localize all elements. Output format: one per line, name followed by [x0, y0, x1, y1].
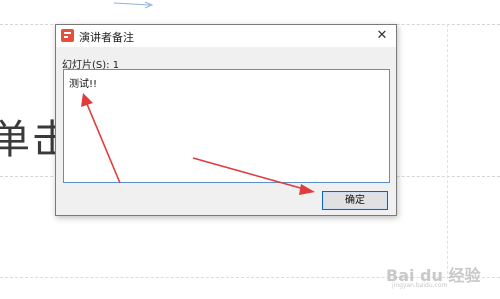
decorative-arrow-icon — [113, 1, 154, 9]
notes-text: 测试!! — [69, 79, 98, 90]
dialog-titlebar[interactable]: 演讲者备注 ✕ — [56, 25, 396, 47]
close-icon[interactable]: ✕ — [374, 27, 390, 44]
ok-button[interactable]: 确定 — [322, 191, 388, 210]
watermark-url: jingyan.baidu.com — [392, 282, 448, 289]
dialog-title: 演讲者备注 — [79, 31, 134, 44]
slide-guide-right — [447, 24, 448, 279]
speaker-notes-dialog: 演讲者备注 ✕ 幻灯片(S): 1 测试!! 确定 — [55, 24, 397, 216]
watermark: Bai du 经验 jingyan.baidu.com — [386, 262, 496, 294]
notes-textarea[interactable]: 测试!! — [63, 69, 390, 183]
presentation-app-icon — [61, 29, 74, 42]
